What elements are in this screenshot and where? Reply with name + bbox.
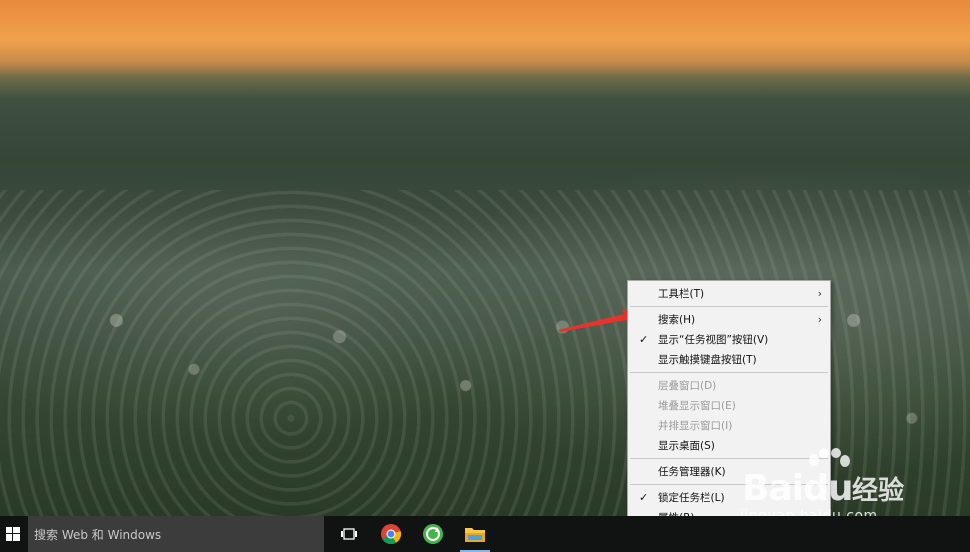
menu-item-cascade: 层叠窗口(D) xyxy=(628,377,830,395)
menu-item-label: 搜索(H) xyxy=(658,314,696,326)
taskbar-app-update[interactable] xyxy=(412,516,454,552)
watermark-brand: 经验 xyxy=(852,476,905,506)
green-circle-icon xyxy=(423,524,443,544)
windows-logo-icon xyxy=(6,527,20,541)
menu-item-show-task-view[interactable]: ✓ 显示“任务视图”按钮(V) xyxy=(628,331,830,349)
watermark-logo: Baidu xyxy=(742,468,853,509)
menu-item-label: 显示触摸键盘按钮(T) xyxy=(658,354,757,366)
task-view-icon xyxy=(341,528,357,540)
menu-item-label: 工具栏(T) xyxy=(658,288,705,300)
menu-item-label: 层叠窗口(D) xyxy=(658,380,717,392)
taskbar-app-chrome[interactable] xyxy=(370,516,412,552)
menu-item-label: 堆叠显示窗口(E) xyxy=(658,400,736,412)
menu-item-label: 锁定任务栏(L) xyxy=(658,492,725,504)
chevron-right-icon: › xyxy=(817,287,822,300)
menu-item-label: 任务管理器(K) xyxy=(658,466,726,478)
chevron-right-icon: › xyxy=(817,313,822,326)
menu-separator xyxy=(630,306,828,307)
menu-item-label: 显示“任务视图”按钮(V) xyxy=(658,334,769,346)
search-placeholder: 搜索 Web 和 Windows xyxy=(34,527,162,542)
menu-item-show-touch-keyboard[interactable]: 显示触摸键盘按钮(T) xyxy=(628,351,830,369)
taskbar-search-box[interactable]: 搜索 Web 和 Windows xyxy=(28,516,324,552)
start-button[interactable] xyxy=(0,516,26,552)
taskbar: 搜索 Web 和 Windows xyxy=(0,516,970,552)
chrome-icon xyxy=(381,524,402,545)
taskbar-app-file-explorer[interactable] xyxy=(454,516,496,552)
checkmark-icon: ✓ xyxy=(639,333,649,346)
menu-item-label: 显示桌面(S) xyxy=(658,440,715,452)
baidu-watermark: Baidu 经验 jingyan.baidu.com xyxy=(738,446,938,526)
checkmark-icon: ✓ xyxy=(639,491,649,504)
menu-item-label: 并排显示窗口(I) xyxy=(658,420,733,432)
task-view-button[interactable] xyxy=(328,516,370,552)
menu-separator xyxy=(630,372,828,373)
menu-item-toolbars[interactable]: 工具栏(T) › xyxy=(628,285,830,303)
menu-item-stack: 堆叠显示窗口(E) xyxy=(628,397,830,415)
folder-icon xyxy=(465,528,485,542)
menu-item-search[interactable]: 搜索(H) › xyxy=(628,311,830,329)
menu-item-side-by-side: 并排显示窗口(I) xyxy=(628,417,830,435)
